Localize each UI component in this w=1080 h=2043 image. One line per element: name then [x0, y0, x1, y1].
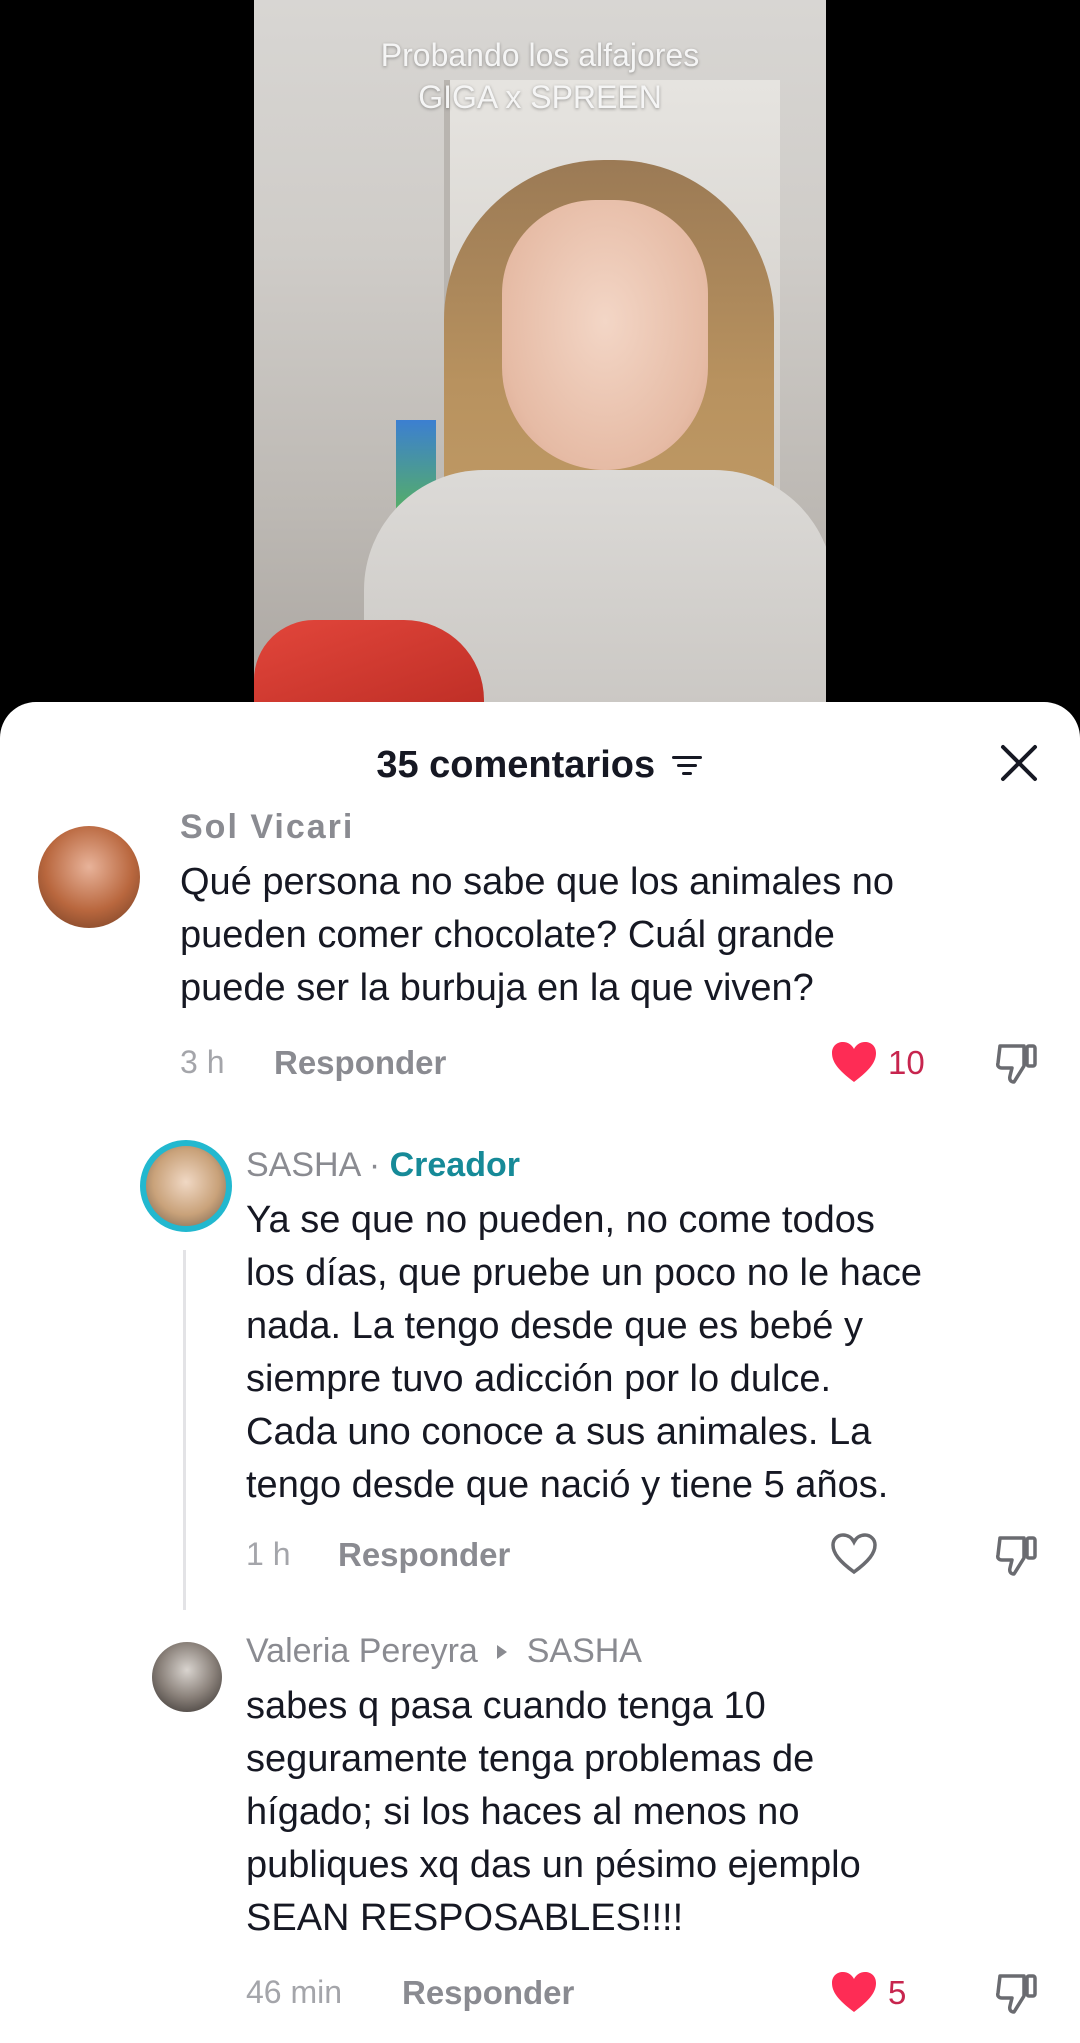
comment-text-line: nada. La tengo desde que es bebé y [246, 1305, 863, 1347]
comment-text: sabes q pasa cuando tenga 10 seguramente… [246, 1680, 861, 1945]
creator-username[interactable]: SASHA [246, 1146, 359, 1184]
dislike-icon[interactable] [994, 1968, 1042, 2016]
avatar[interactable] [152, 1642, 222, 1712]
comment-text-line: hígado; si los haces al menos no [246, 1791, 800, 1833]
video-person-face [502, 200, 708, 470]
dislike-icon[interactable] [994, 1038, 1042, 1086]
comment-username: SASHA · Creador [246, 1146, 520, 1185]
comment-text-line: Ya se que no pueden, no come todos [246, 1199, 875, 1241]
reply-button[interactable]: Responder [274, 1044, 446, 1082]
like-count: 10 [888, 1044, 925, 1081]
creator-avatar[interactable] [140, 1140, 232, 1232]
comment-text: Qué persona no sabe que los animales no … [180, 856, 894, 1015]
reply-author[interactable]: Valeria Pereyra [246, 1632, 478, 1670]
username-separator: · [359, 1146, 390, 1184]
comment-text-line: tengo desde que nació y tiene 5 años. [246, 1464, 889, 1506]
comment-text-line: puede ser la burbuja en la que viven? [180, 967, 814, 1009]
video-player[interactable]: Probando los alfajores GIGA x SPREEN [254, 0, 826, 720]
comment-text-line: SEAN RESPOSABLES!!!! [246, 1897, 684, 1939]
comment-text-line: publiques xq das un pésimo ejemplo [246, 1844, 861, 1886]
thread-line [183, 1250, 186, 1610]
comment-text-line: Qué persona no sabe que los animales no [180, 861, 895, 903]
like-count: 5 [888, 1974, 907, 2011]
reply-to-user[interactable]: SASHA [527, 1632, 642, 1670]
comments-sheet: 35 comentarios Sol Vicari Qué persona no… [0, 702, 1080, 2043]
reply-button[interactable]: Responder [402, 1974, 574, 2012]
heart-filled-icon[interactable] [830, 1040, 878, 1084]
comment-time: 46 min [246, 1974, 343, 2010]
creator-badge: Creador [389, 1146, 520, 1184]
comment-time: 1 h [246, 1536, 291, 1572]
comment-username: Valeria Pereyra SASHA [246, 1632, 642, 1671]
close-icon[interactable] [998, 742, 1040, 784]
comments-count: 35 comentarios [376, 744, 656, 786]
comment-text-line: pueden comer chocolate? Cuál grande [180, 914, 835, 956]
comment-text: Ya se que no pueden, no come todos los d… [246, 1194, 922, 1512]
dislike-icon[interactable] [994, 1530, 1042, 1578]
comment-time: 3 h [180, 1044, 225, 1080]
comment-text-line: los días, que pruebe un poco no le hace [246, 1252, 923, 1294]
heart-outline-icon[interactable] [830, 1532, 878, 1576]
comment-text-line: sabes q pasa cuando tenga 10 [246, 1685, 766, 1727]
video-caption: Probando los alfajores GIGA x SPREEN [254, 34, 826, 118]
comment-text-line: seguramente tenga problemas de [246, 1738, 815, 1780]
avatar[interactable] [38, 826, 140, 928]
comment-text-line: Cada uno conoce a sus animales. La [246, 1411, 872, 1453]
comments-title: 35 comentarios [0, 744, 1080, 787]
reply-arrow-icon [497, 1645, 508, 1659]
video-caption-line: Probando los alfajores [380, 37, 700, 73]
comments-header: 35 comentarios [0, 702, 1080, 826]
comment-text-line: siempre tuvo adicción por lo dulce. [246, 1358, 832, 1400]
sort-icon[interactable] [670, 753, 704, 779]
heart-filled-icon[interactable] [830, 1970, 878, 2014]
video-caption-line: GIGA x SPREEN [418, 79, 662, 115]
comment-username[interactable]: Sol Vicari [180, 808, 354, 847]
reply-button[interactable]: Responder [338, 1536, 510, 1574]
